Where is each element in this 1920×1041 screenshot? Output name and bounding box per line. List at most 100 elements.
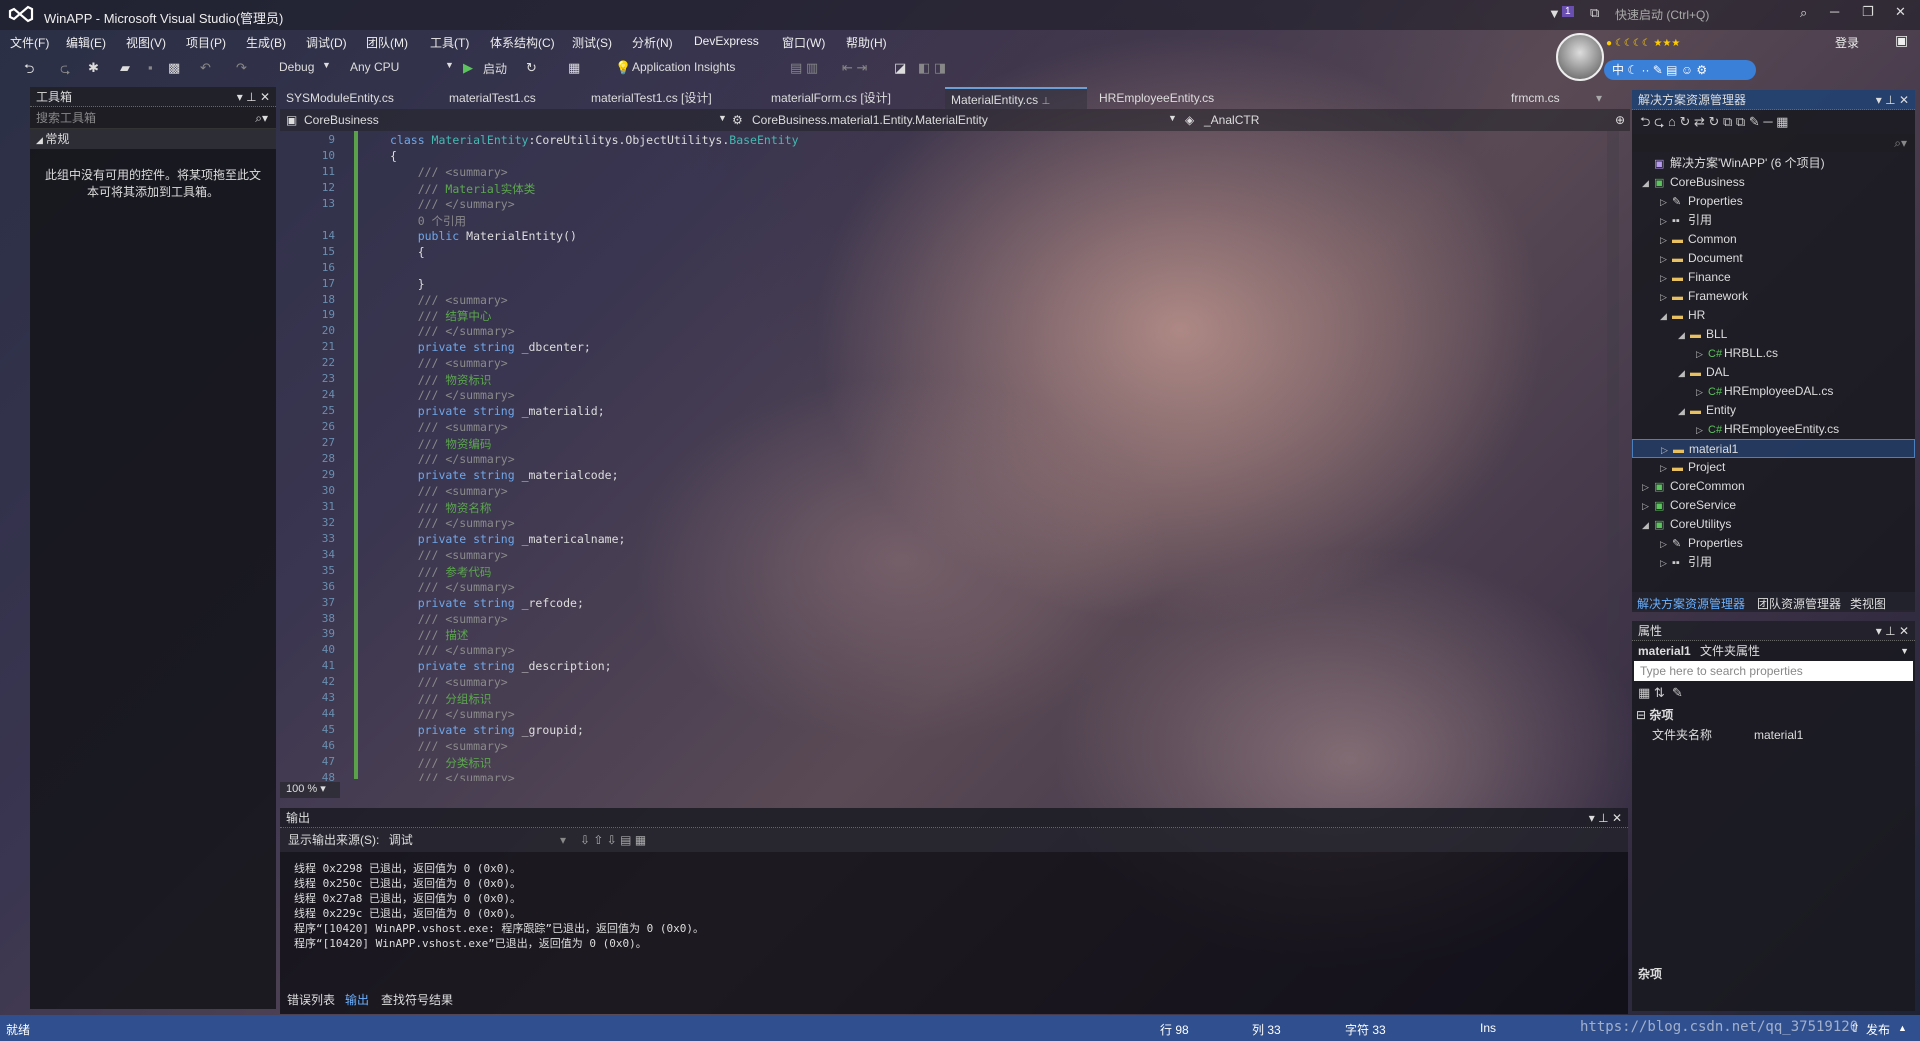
code-line[interactable]: /// 分类标识 — [390, 755, 492, 771]
tab-materialentity[interactable]: MaterialEntity.cs ⊥ — [945, 87, 1087, 109]
tree-item[interactable]: ▷ ▬ Framework — [1632, 287, 1915, 306]
code-line[interactable]: private string _refcode; — [390, 596, 584, 610]
code-line[interactable]: /// 参考代码 — [390, 564, 492, 580]
code-line[interactable]: } — [390, 277, 425, 291]
bookmark-icon[interactable]: ◪ — [894, 60, 906, 76]
menu-build[interactable]: 生成(B) — [246, 34, 286, 51]
back-icon[interactable]: ⮌ — [24, 60, 34, 82]
code-line[interactable]: /// <summary> — [390, 484, 508, 498]
code-line[interactable]: /// <summary> — [390, 293, 508, 307]
tab-frmcm[interactable]: frmcm.cs — [1505, 87, 1566, 109]
tree-item[interactable]: ▷ ▬ Document — [1632, 249, 1915, 268]
chevron-down-icon[interactable]: ▼ — [1900, 641, 1909, 661]
panel-controls-icon[interactable]: ▾ ⊥ ✕ — [1876, 90, 1909, 110]
collapsed-arrow-icon[interactable]: ▷ — [1660, 554, 1672, 573]
new-project-icon[interactable]: ✱ — [88, 60, 99, 76]
code-line[interactable]: private string _materialcode; — [390, 468, 619, 482]
expanded-arrow-icon[interactable]: ◢ — [1678, 364, 1690, 383]
property-row[interactable]: 文件夹名称 material1 — [1632, 725, 1915, 745]
menu-edit[interactable]: 编辑(E) — [66, 34, 106, 51]
refresh-icon[interactable]: ↻ — [526, 60, 537, 76]
code-line[interactable]: /// <summary> — [390, 356, 508, 370]
menu-window[interactable]: 窗口(W) — [782, 34, 825, 51]
forward-icon[interactable]: ⮎ — [60, 60, 70, 82]
feedback-icon[interactable]: ⧉ — [1590, 5, 1599, 21]
properties-search-input[interactable]: Type here to search properties — [1634, 661, 1913, 681]
solution-search-input[interactable]: ⌕▾ — [1632, 134, 1915, 152]
collapsed-arrow-icon[interactable]: ▷ — [1642, 478, 1654, 497]
menu-team[interactable]: 团队(M) — [366, 34, 408, 51]
menu-architecture[interactable]: 体系结构(C) — [490, 34, 555, 51]
code-line[interactable]: /// </summary> — [390, 197, 515, 211]
expanded-arrow-icon[interactable]: ◢ — [1642, 174, 1654, 193]
tab-overflow-icon[interactable]: ▾ — [1590, 87, 1608, 109]
code-line[interactable]: private string _dbcenter; — [390, 340, 591, 354]
comment-icon[interactable]: ▤ ▥ — [790, 60, 818, 76]
collapse-arrow-icon[interactable]: ◢ — [36, 135, 45, 145]
code-line[interactable]: /// 分组标识 — [390, 691, 492, 707]
menu-debug[interactable]: 调试(D) — [306, 34, 347, 51]
login-link[interactable]: 登录 — [1835, 34, 1859, 51]
chevron-down-icon[interactable]: ▼ — [445, 60, 454, 70]
code-line[interactable]: /// </summary> — [390, 452, 515, 466]
output-source-dropdown[interactable]: 调试 — [389, 833, 413, 847]
collapsed-arrow-icon[interactable]: ▷ — [1660, 459, 1672, 478]
tree-item[interactable]: ◢ ▬ Entity — [1632, 401, 1915, 420]
code-line[interactable]: /// <summary> — [390, 612, 508, 626]
collapsed-arrow-icon[interactable]: ▷ — [1660, 193, 1672, 212]
collapsed-arrow-icon[interactable]: ▷ — [1660, 535, 1672, 554]
expanded-arrow-icon[interactable]: ◢ — [1660, 307, 1672, 326]
tree-item[interactable]: ▷ C# HREmployeeDAL.cs — [1632, 382, 1915, 401]
publish-button[interactable]: 发布 — [1866, 1021, 1890, 1038]
panel-controls-icon[interactable]: ▾ ⊥ ✕ — [237, 87, 270, 107]
bookmark-nav-icon[interactable]: ◧ ◨ — [918, 60, 946, 76]
tab-find-symbol-results[interactable]: 查找符号结果 — [381, 991, 453, 1008]
tree-item[interactable]: ▷ C# HRBLL.cs — [1632, 344, 1915, 363]
solution-config-dropdown[interactable]: Debug — [279, 60, 314, 74]
property-value[interactable]: material1 — [1754, 725, 1803, 745]
redo-icon[interactable]: ↷ — [236, 60, 247, 76]
code-line[interactable]: /// 物资名称 — [390, 500, 492, 516]
code-line[interactable]: /// <summary> — [390, 548, 508, 562]
properties-category[interactable]: ⊟ 杂项 — [1632, 705, 1915, 725]
code-line[interactable]: /// <summary> — [390, 165, 508, 179]
collapsed-arrow-icon[interactable]: ▷ — [1642, 497, 1654, 516]
collapsed-arrow-icon[interactable]: ▷ — [1660, 212, 1672, 231]
account-icon[interactable]: ▣ — [1895, 32, 1908, 49]
zoom-dropdown[interactable]: 100 % ▾ — [280, 782, 340, 798]
member-dropdown[interactable]: _AnalCTR — [1204, 113, 1259, 127]
collapsed-arrow-icon[interactable]: ▷ — [1696, 383, 1708, 402]
code-line[interactable]: /// <summary> — [390, 675, 508, 689]
code-line[interactable]: public MaterialEntity() — [390, 229, 577, 243]
tab-output[interactable]: 输出 — [345, 991, 369, 1008]
code-line[interactable]: /// 结算中心 — [390, 308, 492, 324]
tree-item[interactable]: ◢ ▣ CoreUtilitys — [1632, 515, 1915, 534]
code-line[interactable]: /// </summary> — [390, 388, 515, 402]
search-icon[interactable]: ⌕ — [1800, 5, 1807, 21]
tab-error-list[interactable]: 错误列表 — [287, 991, 335, 1008]
pin-icon[interactable]: ⊥ — [1041, 96, 1050, 107]
tree-item[interactable]: ▷ ▣ CoreService — [1632, 496, 1915, 515]
menu-project[interactable]: 项目(P) — [186, 34, 226, 51]
collapsed-arrow-icon[interactable]: ▷ — [1660, 250, 1672, 269]
code-line[interactable]: private string _groupid; — [390, 723, 584, 737]
tab-hremployeeentity[interactable]: HREmployeeEntity.cs — [1093, 87, 1220, 109]
close-icon[interactable]: ✕ — [1895, 4, 1906, 20]
code-line[interactable]: { — [390, 245, 425, 259]
code-line[interactable]: class MaterialEntity:CoreUtilitys.Object… — [390, 133, 799, 147]
start-button[interactable]: 启动 — [483, 60, 507, 77]
notification-count-badge[interactable]: 1 — [1562, 6, 1574, 17]
menu-file[interactable]: 文件(F) — [10, 34, 49, 51]
tree-item[interactable]: ▷ ▪▪ 引用 — [1632, 211, 1915, 230]
project-dropdown[interactable]: CoreBusiness — [304, 113, 379, 127]
collapsed-arrow-icon[interactable]: ▷ — [1660, 269, 1672, 288]
properties-toolbar[interactable]: ▦ ⇅ ✎ — [1632, 681, 1915, 705]
filter-icon[interactable]: ▼ — [1548, 6, 1561, 21]
lightbulb-icon[interactable]: 💡 — [615, 60, 631, 76]
collapsed-arrow-icon[interactable]: ▷ — [1696, 345, 1708, 364]
properties-object-selector[interactable]: material1 文件夹属性 ▼ — [1632, 641, 1915, 661]
save-all-icon[interactable]: ▩ — [168, 60, 180, 76]
code-line[interactable]: /// </summary> — [390, 516, 515, 530]
browser-icon[interactable]: ▦ — [568, 60, 580, 76]
tree-item[interactable]: ▷ ▪▪ 引用 — [1632, 553, 1915, 572]
